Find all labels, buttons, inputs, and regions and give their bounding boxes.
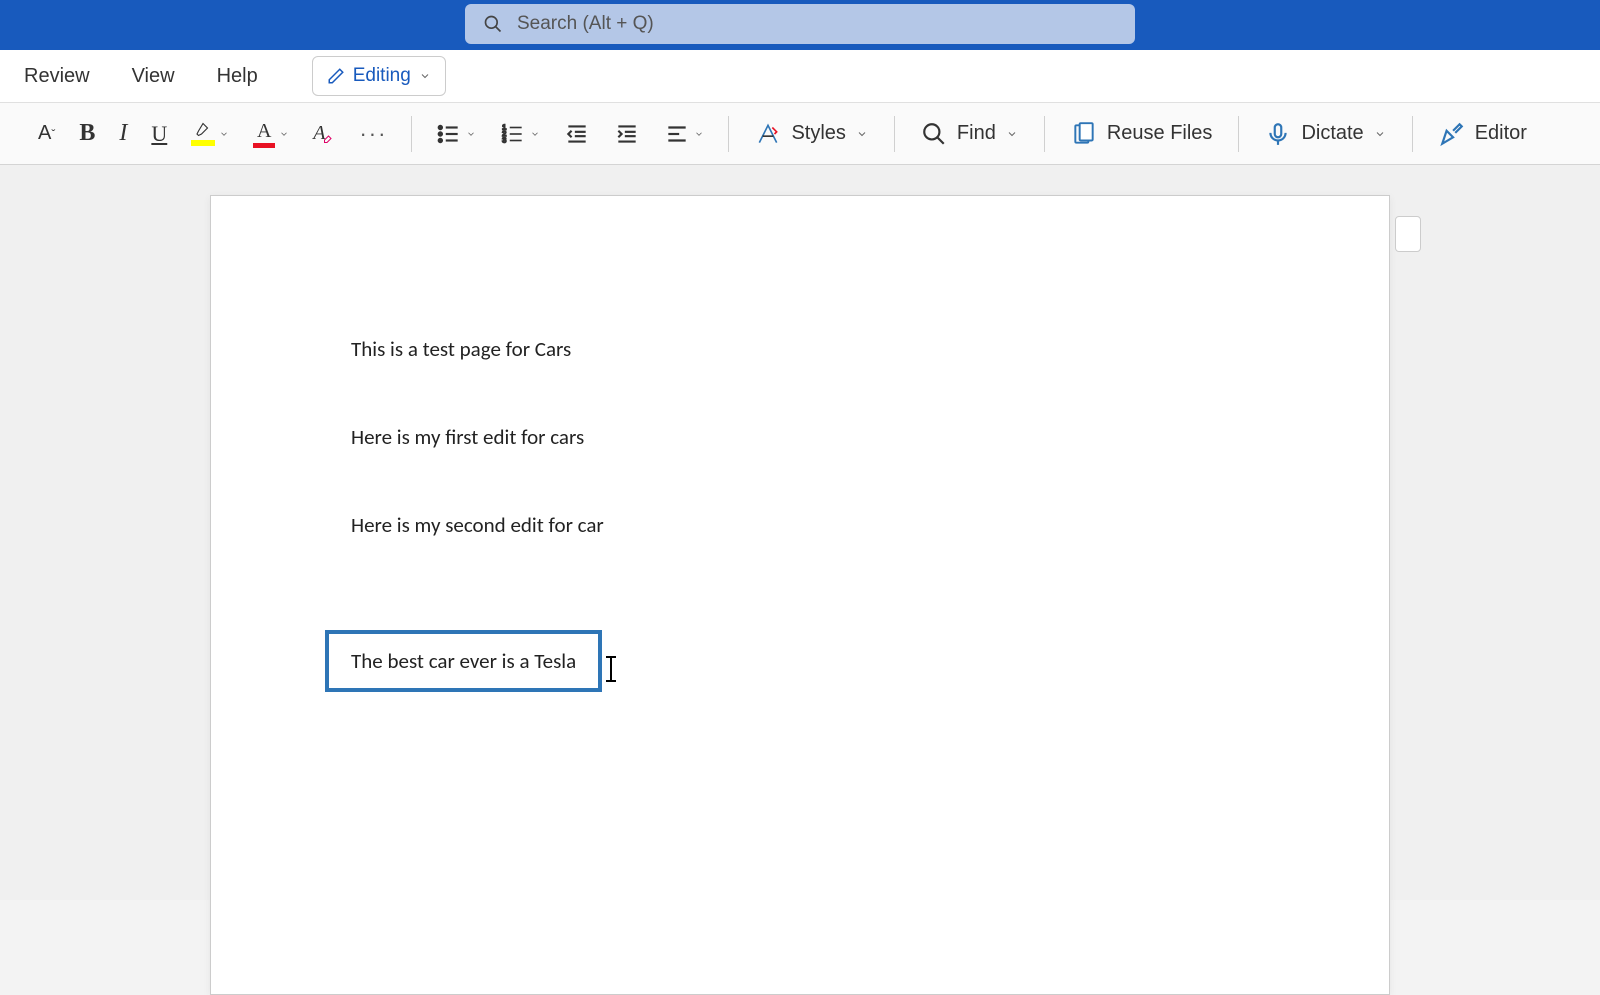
styles-button[interactable]: Styles xyxy=(743,115,879,153)
tab-review[interactable]: Review xyxy=(24,65,90,88)
ribbon-tabs: Review View Help Editing xyxy=(0,50,1600,103)
align-button[interactable] xyxy=(654,115,714,153)
font-size-button[interactable]: Aˇ xyxy=(28,116,65,151)
increase-indent-button[interactable] xyxy=(604,115,650,153)
pen-icon xyxy=(327,67,345,85)
highlighter-icon xyxy=(193,122,213,140)
ribbon-toolbar: Aˇ B I U A A ··· 123 xyxy=(0,103,1600,165)
underline-button[interactable]: U xyxy=(141,115,177,153)
tab-help[interactable]: Help xyxy=(217,65,258,88)
bullets-icon xyxy=(436,121,462,147)
bullets-button[interactable] xyxy=(426,115,486,153)
document-line[interactable]: Here is my second edit for car xyxy=(351,512,1249,538)
chevron-down-icon xyxy=(530,129,540,139)
increase-indent-icon xyxy=(614,121,640,147)
tab-view[interactable]: View xyxy=(132,65,175,88)
clear-formatting-button[interactable]: A xyxy=(303,116,345,151)
document-canvas[interactable]: This is a test page for Cars Here is my … xyxy=(0,165,1600,900)
text-box[interactable]: The best car ever is a Tesla xyxy=(325,630,602,692)
editor-icon xyxy=(1439,121,1465,147)
highlight-button[interactable] xyxy=(181,116,239,152)
search-box[interactable]: Search (Alt + Q) xyxy=(465,4,1135,44)
divider xyxy=(728,116,729,152)
editor-button[interactable]: Editor xyxy=(1427,115,1539,153)
divider xyxy=(1412,116,1413,152)
divider xyxy=(1238,116,1239,152)
chevron-down-icon xyxy=(856,128,868,140)
divider xyxy=(1044,116,1045,152)
textbox-content[interactable]: The best car ever is a Tesla xyxy=(351,648,576,674)
document-page[interactable]: This is a test page for Cars Here is my … xyxy=(210,195,1390,995)
reuse-files-icon xyxy=(1071,121,1097,147)
chevron-down-icon xyxy=(694,129,704,139)
document-line[interactable]: Here is my first edit for cars xyxy=(351,424,1249,450)
find-label: Find xyxy=(957,122,996,145)
reuse-files-label: Reuse Files xyxy=(1107,122,1213,145)
styles-icon xyxy=(755,121,781,147)
more-options-button[interactable]: ··· xyxy=(349,115,397,153)
align-icon xyxy=(664,121,690,147)
text-cursor xyxy=(610,656,612,682)
find-icon xyxy=(921,121,947,147)
svg-text:3: 3 xyxy=(503,135,507,144)
editing-mode-button[interactable]: Editing xyxy=(312,56,446,96)
chevron-down-icon xyxy=(219,129,229,139)
dictate-label: Dictate xyxy=(1301,122,1363,145)
search-placeholder: Search (Alt + Q) xyxy=(517,13,654,35)
title-bar: Search (Alt + Q) xyxy=(0,0,1600,50)
editing-label: Editing xyxy=(353,65,411,87)
page-handle[interactable] xyxy=(1395,216,1421,252)
decrease-indent-button[interactable] xyxy=(554,115,600,153)
chevron-down-icon xyxy=(279,129,289,139)
numbering-icon: 123 xyxy=(500,121,526,147)
search-icon xyxy=(483,14,503,34)
chevron-down-icon xyxy=(466,129,476,139)
reuse-files-button[interactable]: Reuse Files xyxy=(1059,115,1225,153)
font-color-button[interactable]: A xyxy=(243,114,299,154)
divider xyxy=(411,116,412,152)
bold-button[interactable]: B xyxy=(69,114,105,153)
chevron-down-icon xyxy=(1374,128,1386,140)
chevron-down-icon xyxy=(1006,128,1018,140)
editor-label: Editor xyxy=(1475,122,1527,145)
mic-icon xyxy=(1265,121,1291,147)
dictate-button[interactable]: Dictate xyxy=(1253,115,1397,153)
find-button[interactable]: Find xyxy=(909,115,1030,153)
divider xyxy=(894,116,895,152)
eraser-icon xyxy=(323,132,335,144)
styles-label: Styles xyxy=(791,122,845,145)
italic-button[interactable]: I xyxy=(109,114,137,153)
decrease-indent-icon xyxy=(564,121,590,147)
numbering-button[interactable]: 123 xyxy=(490,115,550,153)
document-line[interactable]: This is a test page for Cars xyxy=(351,336,1249,362)
chevron-down-icon xyxy=(419,70,431,82)
